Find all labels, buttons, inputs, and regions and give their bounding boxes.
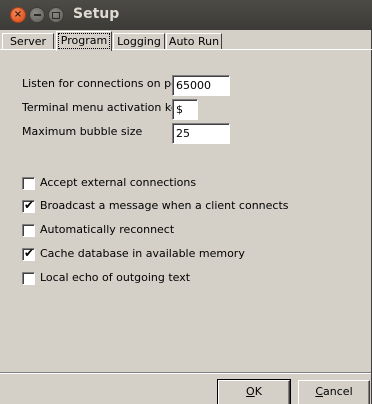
minimize-window-button[interactable] — [29, 7, 45, 23]
checkbox[interactable] — [22, 176, 35, 190]
checkbox[interactable] — [22, 223, 35, 237]
close-window-button[interactable]: × — [10, 7, 26, 23]
tab-label: Logging — [117, 35, 161, 48]
checkbox-label: Local echo of outgoing text — [40, 271, 191, 284]
cancel-button[interactable]: Cancel — [298, 380, 370, 404]
tab-auto-run[interactable]: Auto Run — [166, 33, 222, 49]
option-auto-reconnect[interactable]: Automatically reconnect — [22, 223, 174, 237]
checkmark-icon: ✔ — [24, 197, 35, 212]
tab-strip: Server Program Logging Auto Run — [0, 30, 372, 51]
ok-label-rest: K — [254, 385, 262, 398]
checkbox[interactable]: ✔ — [22, 197, 35, 213]
tab-program[interactable]: Program — [56, 31, 112, 51]
checkbox[interactable] — [22, 271, 35, 285]
checkbox-label: Automatically reconnect — [40, 223, 175, 236]
port-input[interactable] — [172, 75, 230, 96]
window-title: Setup — [73, 6, 120, 22]
option-cache-database[interactable]: ✔ Cache database in available memory — [22, 245, 245, 261]
cancel-label-rest: ancel — [323, 385, 353, 398]
ok-button[interactable]: OK — [217, 379, 291, 404]
tab-logging[interactable]: Logging — [113, 33, 165, 49]
title-bar[interactable]: × Setup — [0, 0, 372, 30]
close-icon: × — [13, 9, 23, 20]
button-separator — [0, 372, 372, 374]
checkbox[interactable]: ✔ — [22, 245, 35, 261]
setup-window: × Setup Server Program Logging Auto Run … — [0, 0, 372, 404]
minimize-icon — [33, 14, 41, 16]
bubble-size-label: Maximum bubble size — [22, 125, 143, 138]
option-local-echo[interactable]: Local echo of outgoing text — [22, 271, 190, 285]
tab-label: Auto Run — [168, 35, 220, 48]
bubble-size-input[interactable] — [172, 123, 230, 144]
maximize-window-button[interactable] — [48, 7, 64, 23]
checkmark-icon: ✔ — [24, 245, 35, 260]
tab-label: Server — [9, 35, 47, 48]
maximize-icon — [52, 11, 60, 19]
menu-key-label: Terminal menu activation key — [22, 101, 185, 114]
ok-mnemonic: O — [246, 385, 255, 398]
option-broadcast-message[interactable]: ✔ Broadcast a message when a client conn… — [22, 197, 289, 213]
port-label: Listen for connections on port — [22, 77, 187, 90]
cancel-mnemonic: C — [315, 385, 324, 398]
menu-key-input[interactable] — [172, 99, 198, 120]
checkbox-label: Broadcast a message when a client connec… — [40, 199, 289, 212]
checkbox-label: Cache database in available memory — [40, 247, 245, 260]
tab-server[interactable]: Server — [2, 33, 54, 49]
checkbox-label: Accept external connections — [40, 176, 197, 189]
tab-label: Program — [57, 33, 111, 49]
option-accept-external[interactable]: Accept external connections — [22, 176, 196, 190]
